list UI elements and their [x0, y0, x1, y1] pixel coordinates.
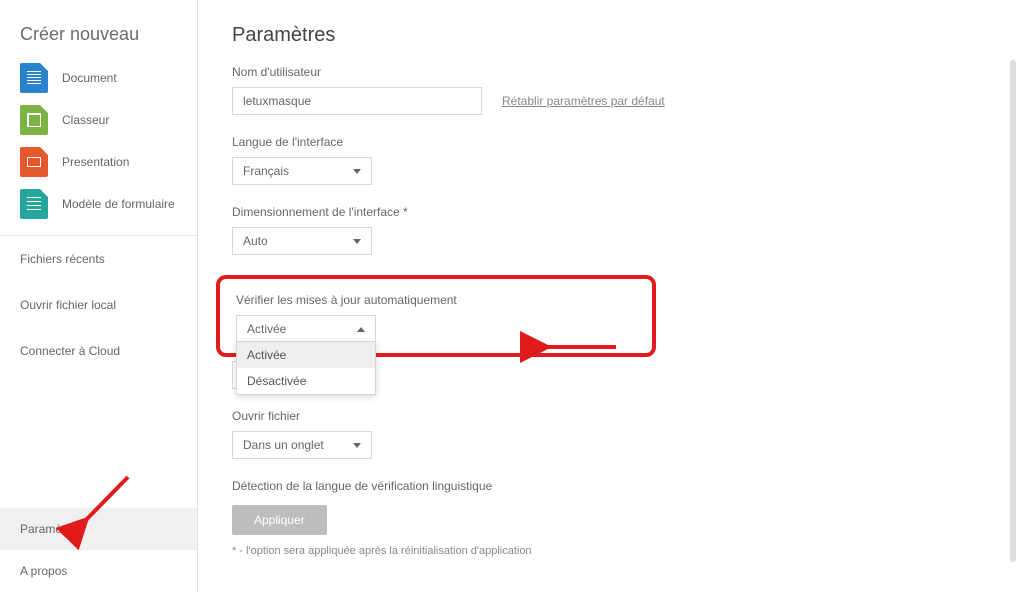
create-document[interactable]: Document	[0, 57, 197, 99]
dropdown-option-enabled[interactable]: Activée	[237, 342, 375, 368]
footnote: * - l'option sera appliquée après la réi…	[232, 545, 990, 557]
language-select[interactable]: Français	[232, 157, 372, 185]
scrollbar[interactable]	[1010, 60, 1016, 562]
username-input[interactable]	[232, 87, 482, 115]
arrow-annotation-icon	[538, 337, 608, 359]
create-form[interactable]: Modèle de formulaire	[0, 183, 197, 225]
openfile-select[interactable]: Dans un onglet	[232, 431, 372, 459]
dropdown-option-disabled[interactable]: Désactivée	[237, 368, 375, 394]
spreadsheet-icon	[20, 105, 48, 135]
create-label: Modèle de formulaire	[62, 197, 175, 211]
form-icon	[20, 189, 48, 219]
sidebar-bottom: Paramètres A propos	[0, 508, 197, 592]
chevron-down-icon	[353, 169, 361, 174]
openfile-value: Dans un onglet	[243, 438, 324, 452]
field-scaling: Dimensionnement de l'interface * Auto	[232, 205, 990, 255]
document-icon	[20, 63, 48, 93]
create-spreadsheet[interactable]: Classeur	[0, 99, 197, 141]
sidebar-link-open-local[interactable]: Ouvrir fichier local	[0, 282, 197, 328]
highlight-annotation: Vérifier les mises à jour automatiquemen…	[216, 275, 656, 357]
field-username: Nom d'utilisateur Rétablir paramètres pa…	[232, 65, 990, 115]
main-content: Paramètres Nom d'utilisateur Rétablir pa…	[198, 0, 1024, 592]
updates-label: Vérifier les mises à jour automatiquemen…	[236, 293, 640, 307]
page-title: Paramètres	[232, 24, 990, 47]
updates-dropdown: Activée Désactivée	[236, 341, 376, 395]
language-value: Français	[243, 164, 289, 178]
scaling-label: Dimensionnement de l'interface *	[232, 205, 990, 219]
spellcheck-label: Détection de la langue de vérification l…	[232, 479, 990, 493]
openfile-label: Ouvrir fichier	[232, 409, 990, 423]
create-label: Classeur	[62, 113, 109, 127]
field-language: Langue de l'interface Français	[232, 135, 990, 185]
create-label: Document	[62, 71, 117, 85]
sidebar-link-recent[interactable]: Fichiers récents	[0, 236, 197, 282]
updates-select[interactable]: Activée Activée Désactivée	[236, 315, 376, 343]
apply-button[interactable]: Appliquer	[232, 505, 327, 535]
sidebar-title: Créer nouveau	[0, 0, 197, 57]
chevron-down-icon	[353, 443, 361, 448]
create-label: Presentation	[62, 155, 129, 169]
chevron-up-icon	[357, 327, 365, 332]
scaling-value: Auto	[243, 234, 268, 248]
sidebar: Créer nouveau Document Classeur Presenta…	[0, 0, 198, 592]
reset-defaults-link[interactable]: Rétablir paramètres par défaut	[502, 94, 665, 108]
sidebar-link-connect-cloud[interactable]: Connecter à Cloud	[0, 328, 197, 374]
field-openfile: Ouvrir fichier Dans un onglet	[232, 409, 990, 459]
create-presentation[interactable]: Presentation	[0, 141, 197, 183]
language-label: Langue de l'interface	[232, 135, 990, 149]
presentation-icon	[20, 147, 48, 177]
chevron-down-icon	[353, 239, 361, 244]
sidebar-item-settings[interactable]: Paramètres	[0, 508, 197, 550]
sidebar-item-about[interactable]: A propos	[0, 550, 197, 592]
scaling-select[interactable]: Auto	[232, 227, 372, 255]
updates-value: Activée	[247, 322, 286, 336]
username-label: Nom d'utilisateur	[232, 65, 990, 79]
